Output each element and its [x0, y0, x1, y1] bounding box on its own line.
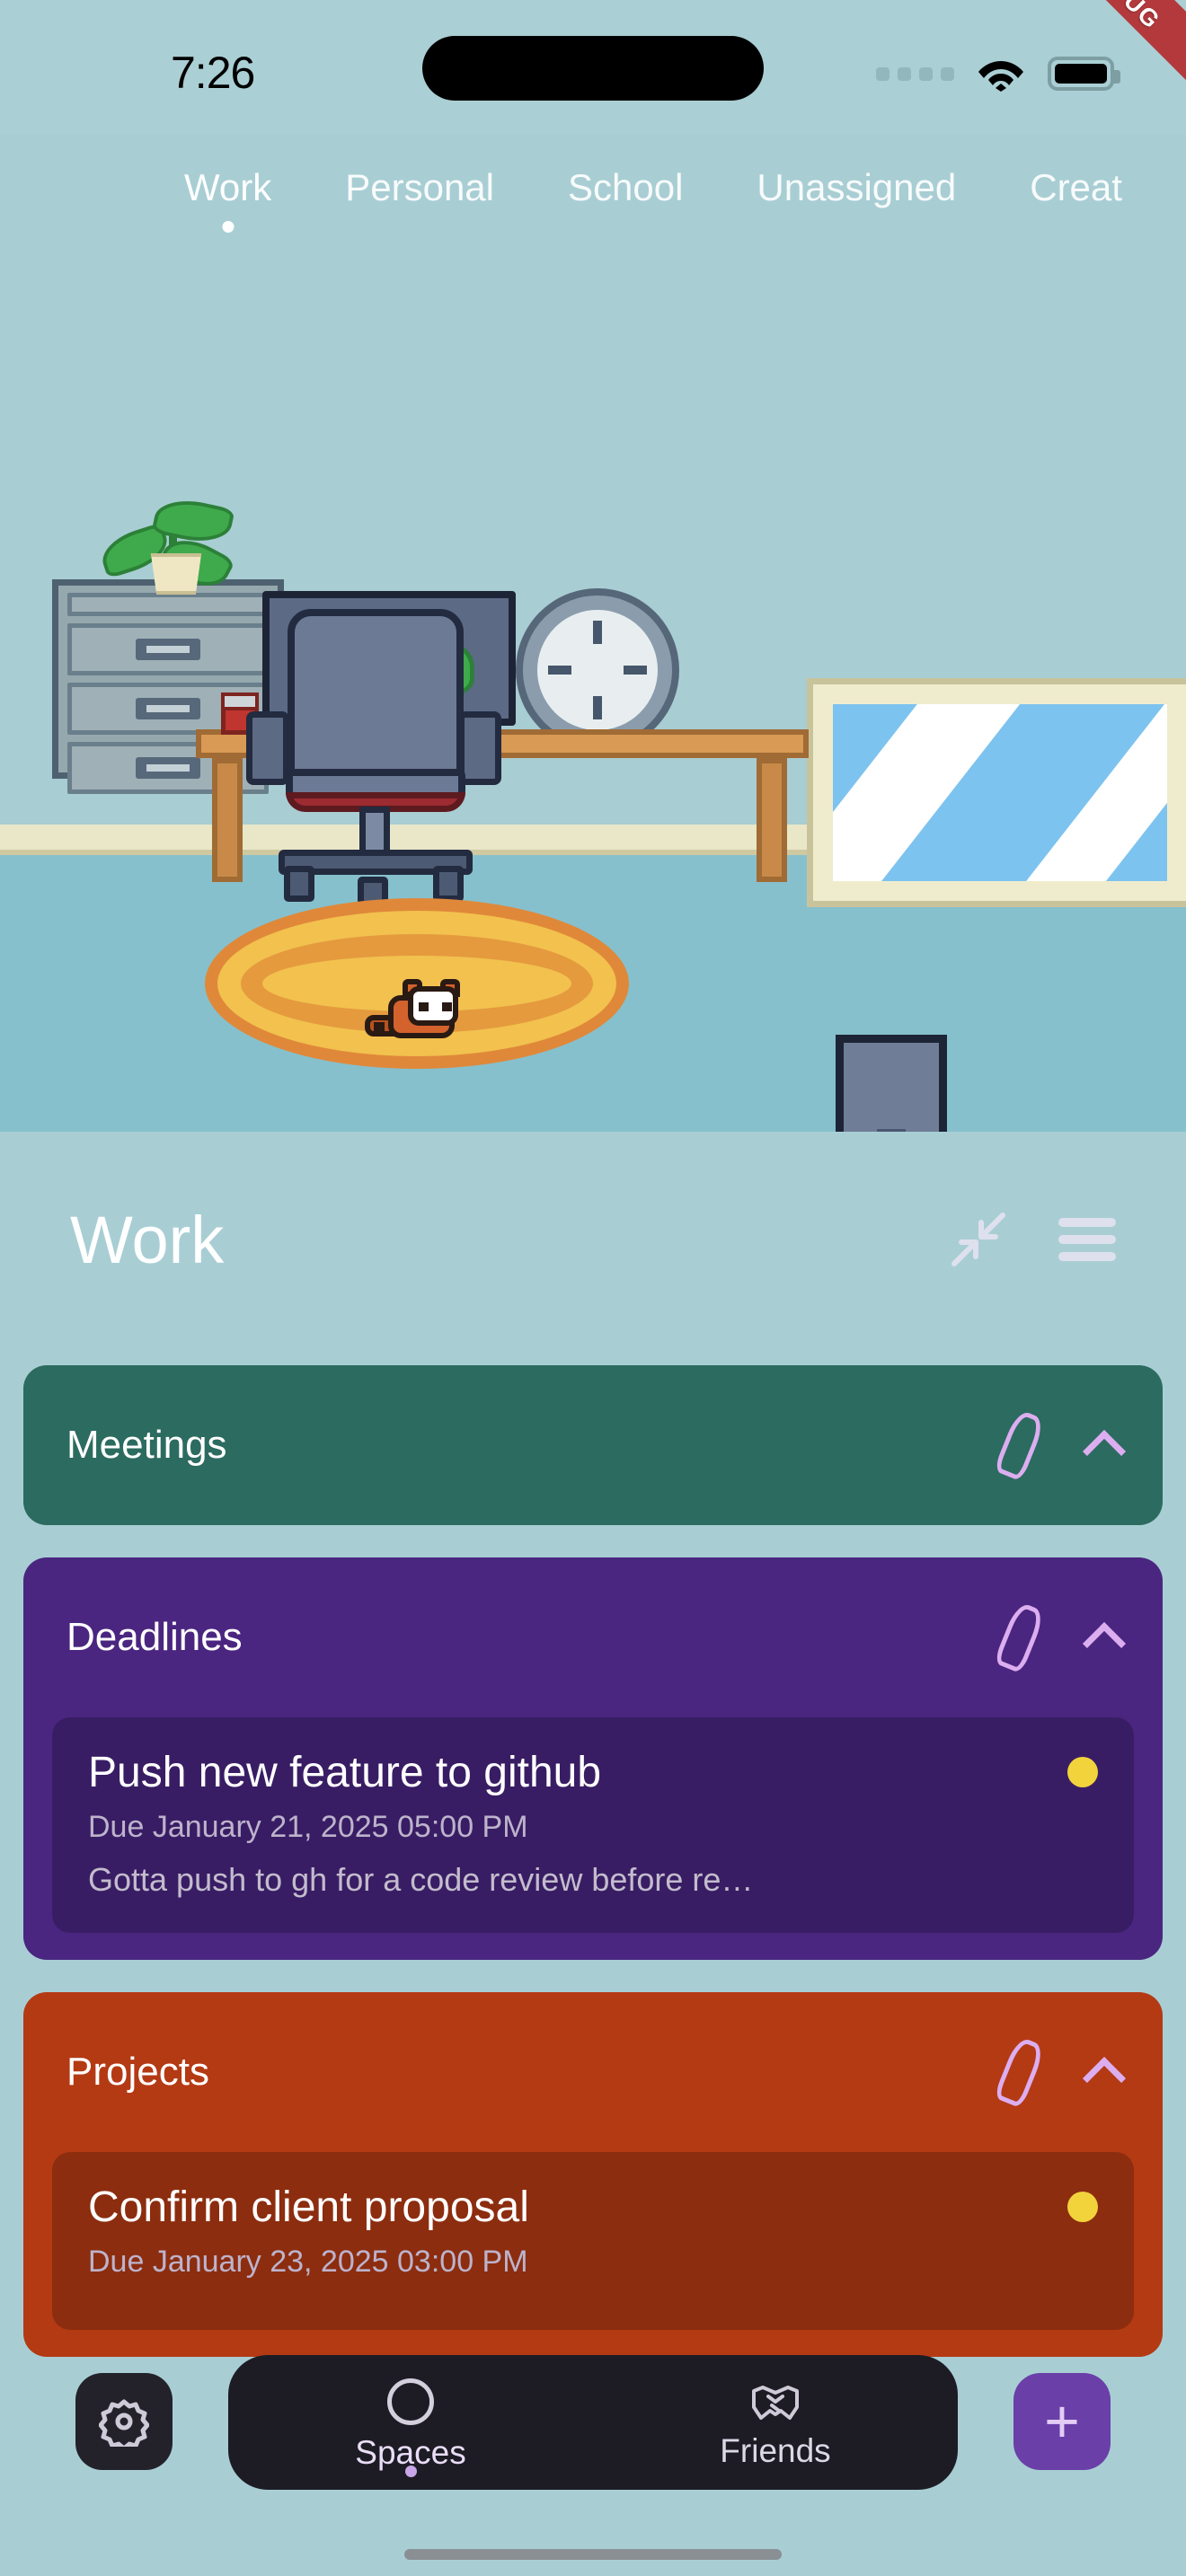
tab-active-dot [222, 221, 235, 233]
chevron-up-icon[interactable] [1082, 2056, 1127, 2101]
home-indicator [404, 2549, 782, 2560]
chair-wheel [433, 866, 464, 902]
battery-icon [1048, 57, 1120, 91]
bottom-navigation: Spaces Friends [228, 2355, 958, 2490]
priority-dot [1067, 2192, 1098, 2222]
category-name: Projects [66, 2050, 209, 2094]
hamburger-menu-icon[interactable] [1058, 1218, 1116, 1261]
add-button[interactable]: + [1013, 2373, 1111, 2470]
tab-work[interactable]: Work [184, 166, 272, 233]
window-pane [833, 704, 1167, 881]
category-header[interactable]: Deadlines [23, 1557, 1163, 1717]
pc-tower [836, 1035, 947, 1132]
settings-button[interactable] [75, 2373, 173, 2470]
tab-label: Work [184, 166, 272, 208]
tab-label: School [568, 166, 684, 208]
space-tabs: Work Personal School Unassigned Creat [0, 166, 1186, 247]
desk-leg [212, 758, 243, 882]
priority-dot [1067, 1757, 1098, 1787]
category-header[interactable]: Meetings [23, 1365, 1163, 1525]
tab-school[interactable]: School [568, 166, 683, 209]
tab-label: Personal [345, 166, 494, 208]
tab-unassigned[interactable]: Unassigned [757, 166, 956, 209]
collapse-arrows-icon[interactable] [951, 1212, 1006, 1267]
status-bar: 7:26 [0, 0, 1186, 135]
category-header[interactable]: Projects [23, 1992, 1163, 2152]
tab-personal[interactable]: Personal [345, 166, 494, 209]
cellular-dots-icon [876, 66, 954, 81]
wifi-icon [978, 56, 1024, 92]
task-description: Gotta push to gh for a code review befor… [88, 1861, 754, 1898]
gear-icon [98, 2396, 150, 2451]
moon-icon [387, 2378, 434, 2425]
chevron-up-icon[interactable] [1082, 1621, 1127, 1666]
task-due-date: Due January 23, 2025 03:00 PM [88, 2245, 528, 2279]
nav-item-friends[interactable]: Friends [593, 2355, 958, 2490]
dynamic-island [422, 36, 764, 101]
category-name: Deadlines [66, 1615, 243, 1659]
chair-armrest [246, 711, 289, 785]
page-title: Work [70, 1202, 225, 1277]
task-title: Push new feature to github [88, 1749, 602, 1796]
list-header: Work [0, 1172, 1186, 1307]
nav-item-spaces[interactable]: Spaces [228, 2355, 593, 2490]
office-chair-back [288, 609, 464, 787]
desk-leg [757, 758, 787, 882]
tab-label: Unassigned [757, 166, 957, 208]
category-card-meetings[interactable]: Meetings [23, 1365, 1163, 1525]
nav-active-dot [404, 2466, 417, 2477]
wall-clock-icon [523, 595, 672, 745]
category-card-projects[interactable]: Projects Confirm client proposal Due Jan… [23, 1992, 1163, 2357]
chevron-up-icon[interactable] [1082, 1429, 1127, 1474]
task-due-date: Due January 21, 2025 05:00 PM [88, 1810, 528, 1844]
nav-label: Friends [720, 2432, 831, 2469]
status-time: 7:26 [171, 48, 255, 98]
red-panda-pet [365, 979, 478, 1047]
tab-create[interactable]: Creat [1030, 166, 1122, 209]
category-list: Meetings Deadlines Push new feature to g… [0, 1365, 1186, 2389]
task-item[interactable]: Push new feature to github Due January 2… [52, 1717, 1134, 1933]
pixel-room-scene [0, 269, 1186, 1132]
potted-plant [96, 493, 244, 598]
category-name: Meetings [66, 1423, 227, 1467]
category-card-deadlines[interactable]: Deadlines Push new feature to github Due… [23, 1557, 1163, 1960]
handshake-icon [750, 2380, 801, 2423]
tab-label: Creat [1030, 166, 1122, 208]
task-item[interactable]: Confirm client proposal Due January 23, … [52, 2152, 1134, 2330]
window-mirror [807, 678, 1186, 907]
chair-wheel [284, 866, 314, 902]
task-title: Confirm client proposal [88, 2183, 529, 2231]
